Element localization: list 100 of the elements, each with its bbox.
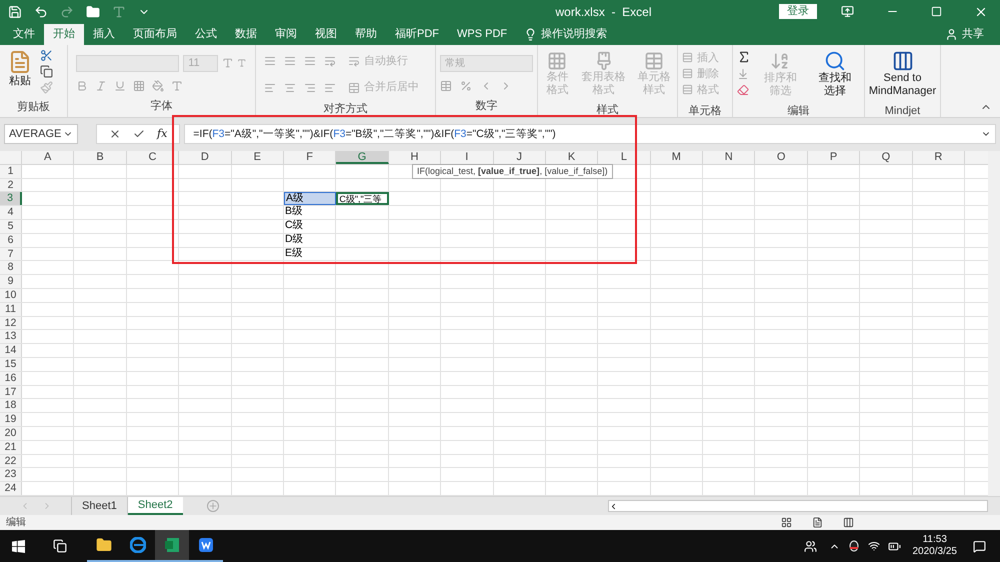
table-cell[interactable]: B级: [284, 206, 336, 220]
clock-time[interactable]: 11:53: [922, 534, 947, 546]
column-header[interactable]: N: [703, 150, 756, 164]
page-break-icon[interactable]: [843, 517, 854, 528]
ribbon-button[interactable]: Send to MindManager: [865, 50, 940, 98]
bold-icon[interactable]: [76, 80, 88, 92]
row-header[interactable]: 13: [0, 330, 22, 344]
row-header[interactable]: 4: [0, 206, 22, 220]
ribbon-button[interactable]: 粘贴: [4, 48, 36, 94]
row-header[interactable]: 5: [0, 220, 22, 233]
row-header[interactable]: 20: [0, 427, 22, 440]
decrease-indent-icon[interactable]: [324, 82, 336, 94]
table-cell[interactable]: A级: [284, 192, 336, 206]
table-cell[interactable]: D级: [284, 234, 336, 247]
align-right-icon[interactable]: [304, 82, 316, 94]
undo-icon[interactable]: [34, 4, 48, 19]
row-header[interactable]: 11: [0, 302, 22, 316]
italic-icon[interactable]: [95, 80, 107, 92]
column-header[interactable]: D: [179, 150, 232, 164]
column-header[interactable]: C: [126, 150, 180, 164]
clock-date[interactable]: 2020/3/25: [912, 546, 957, 558]
row-header[interactable]: 6: [0, 234, 22, 247]
column-header[interactable]: B: [74, 150, 127, 164]
orientation-icon[interactable]: [324, 55, 336, 68]
row-header[interactable]: 24: [0, 482, 22, 495]
cancel-icon[interactable]: [109, 128, 121, 140]
clipboard-icon[interactable]: [8, 48, 32, 75]
middle-align-icon[interactable]: [284, 55, 296, 68]
scroll-left-icon[interactable]: [609, 502, 618, 510]
column-header[interactable]: Q: [860, 150, 913, 164]
borders-icon[interactable]: [133, 80, 145, 92]
fill-icon[interactable]: [737, 68, 749, 80]
row-header[interactable]: 18: [0, 399, 22, 412]
sheet-tab[interactable]: Sheet2: [128, 497, 183, 515]
ribbon-tab[interactable]: 公式: [186, 24, 226, 45]
top-align-icon[interactable]: [264, 55, 276, 68]
eraser-icon[interactable]: [737, 84, 749, 96]
shrink-font-icon[interactable]: [237, 58, 247, 68]
task-view-icon[interactable]: [53, 539, 67, 553]
row-header[interactable]: 15: [0, 358, 22, 371]
formula-field[interactable]: =IF(F3="A级","一等奖","")&IF(F3="B级","二等奖","")&IF(F3="C级","三等奖",""): [184, 124, 996, 144]
column-header[interactable]: R: [912, 150, 966, 164]
bottom-align-icon[interactable]: [304, 55, 316, 68]
ribbon-button[interactable]: 查找和选择: [810, 50, 860, 98]
login-button[interactable]: 登录: [779, 4, 817, 20]
copy-icon[interactable]: [40, 64, 53, 78]
table-cell[interactable]: E级: [284, 248, 336, 260]
ribbon-tab[interactable]: 帮助: [346, 24, 386, 45]
table-cell[interactable]: C级","三等: [336, 192, 389, 206]
row-header[interactable]: 1: [0, 164, 22, 178]
notification-icon[interactable]: [973, 540, 986, 552]
ribbon-tab[interactable]: 审阅: [266, 24, 306, 45]
page-layout-icon[interactable]: [812, 517, 823, 528]
search-icon[interactable]: [824, 50, 846, 72]
row-header[interactable]: 12: [0, 316, 22, 330]
normal-view-icon[interactable]: [781, 517, 792, 528]
name-box[interactable]: AVERAGE: [4, 124, 78, 144]
ribbon-tab[interactable]: 插入: [84, 24, 124, 45]
font-color-icon[interactable]: [171, 80, 183, 92]
column-header[interactable]: M: [650, 150, 704, 164]
row-header[interactable]: 9: [0, 275, 22, 288]
folder-icon[interactable]: [86, 4, 100, 19]
column-header[interactable]: E: [232, 150, 284, 164]
row-header[interactable]: 8: [0, 261, 22, 274]
ribbon-tab[interactable]: 视图: [306, 24, 346, 45]
table-cell[interactable]: C级: [284, 220, 336, 233]
column-header[interactable]: A: [22, 150, 74, 164]
ribbon-tab[interactable]: 文件: [4, 24, 44, 45]
grow-font-icon[interactable]: [222, 57, 234, 70]
restore-icon[interactable]: [931, 6, 942, 18]
battery-icon[interactable]: [888, 540, 900, 552]
currency-icon[interactable]: [440, 80, 452, 92]
ribbon-tab[interactable]: 福昕PDF: [386, 24, 448, 45]
ribbon-display-icon[interactable]: [841, 5, 854, 18]
row-header[interactable]: 17: [0, 386, 22, 398]
tell-me-search[interactable]: 操作说明搜索: [541, 26, 608, 43]
fill-color-icon[interactable]: [152, 80, 164, 92]
start-icon[interactable]: [12, 540, 25, 552]
insert-function-button[interactable]: fx: [157, 127, 168, 142]
penguin-icon[interactable]: [848, 540, 860, 552]
row-header[interactable]: 19: [0, 413, 22, 426]
row-header[interactable]: 2: [0, 178, 22, 192]
row-header[interactable]: 14: [0, 344, 22, 358]
share-button[interactable]: 共享: [962, 26, 984, 43]
align-center-icon[interactable]: [284, 82, 296, 94]
cut-icon[interactable]: [40, 48, 53, 62]
percent-icon[interactable]: [460, 80, 472, 92]
column-header[interactable]: P: [808, 150, 860, 164]
row-header[interactable]: 10: [0, 289, 22, 302]
row-header[interactable]: 22: [0, 454, 22, 468]
save-icon[interactable]: [8, 4, 22, 19]
add-sheet-icon[interactable]: [206, 500, 219, 512]
row-header[interactable]: 21: [0, 440, 22, 454]
row-header[interactable]: 16: [0, 372, 22, 385]
ribbon-tab[interactable]: 页面布局: [124, 24, 186, 45]
align-left-icon[interactable]: [264, 82, 276, 94]
ribbon-tab[interactable]: WPS PDF: [448, 24, 516, 45]
row-header[interactable]: 3: [0, 192, 22, 206]
row-header[interactable]: 23: [0, 468, 22, 482]
font-name-field[interactable]: [76, 54, 180, 72]
